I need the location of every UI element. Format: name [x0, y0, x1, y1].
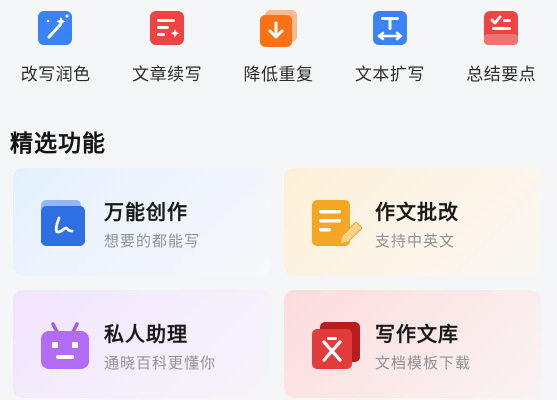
text-expand-icon [372, 11, 407, 45]
tool-reduce-duplicate[interactable]: 降低重复 [223, 0, 334, 100]
card-subtitle: 通晓百科更懂你 [104, 354, 217, 372]
card-title: 私人助理 [104, 322, 188, 346]
summary-icon [484, 11, 519, 45]
card-private-assistant[interactable]: 私人助理 通晓百科更懂你 [13, 290, 270, 398]
card-subtitle: 文档模板下载 [375, 354, 472, 372]
tool-text-expand[interactable]: 文本扩写 [334, 0, 445, 100]
tool-continue-writing[interactable]: 文章续写 [111, 0, 222, 100]
card-subtitle: 支持中英文 [375, 232, 456, 250]
tool-label: 改写润色 [20, 65, 91, 85]
card-title: 万能创作 [104, 200, 188, 224]
tool-row: 改写润色 文章续写 降低重复 文本扩写 总结要点 [0, 0, 557, 100]
tool-label: 总结要点 [466, 65, 537, 85]
card-universal-writing[interactable]: 万能创作 想要的都能写 [13, 168, 270, 276]
essay-correction-icon [312, 200, 362, 246]
card-writing-library[interactable]: 写作文库 文档模板下载 [284, 290, 541, 398]
robot-assistant-icon [41, 322, 89, 369]
tool-label: 文本扩写 [354, 65, 425, 85]
magic-wand-icon [37, 11, 72, 45]
universal-writing-icon [41, 200, 85, 246]
card-essay-correction[interactable]: 作文批改 支持中英文 [284, 168, 541, 276]
continue-writing-icon [150, 11, 185, 45]
card-title: 作文批改 [375, 200, 459, 224]
card-title: 写作文库 [375, 322, 459, 346]
tool-label: 文章续写 [132, 65, 203, 85]
section-title: 精选功能 [10, 131, 106, 157]
card-subtitle: 想要的都能写 [104, 232, 201, 250]
tool-label: 降低重复 [243, 65, 314, 85]
reduce-duplicate-icon [260, 10, 298, 47]
tool-rewrite-polish[interactable]: 改写润色 [0, 0, 111, 100]
tool-summary[interactable]: 总结要点 [446, 0, 557, 100]
writing-library-icon [312, 322, 360, 369]
